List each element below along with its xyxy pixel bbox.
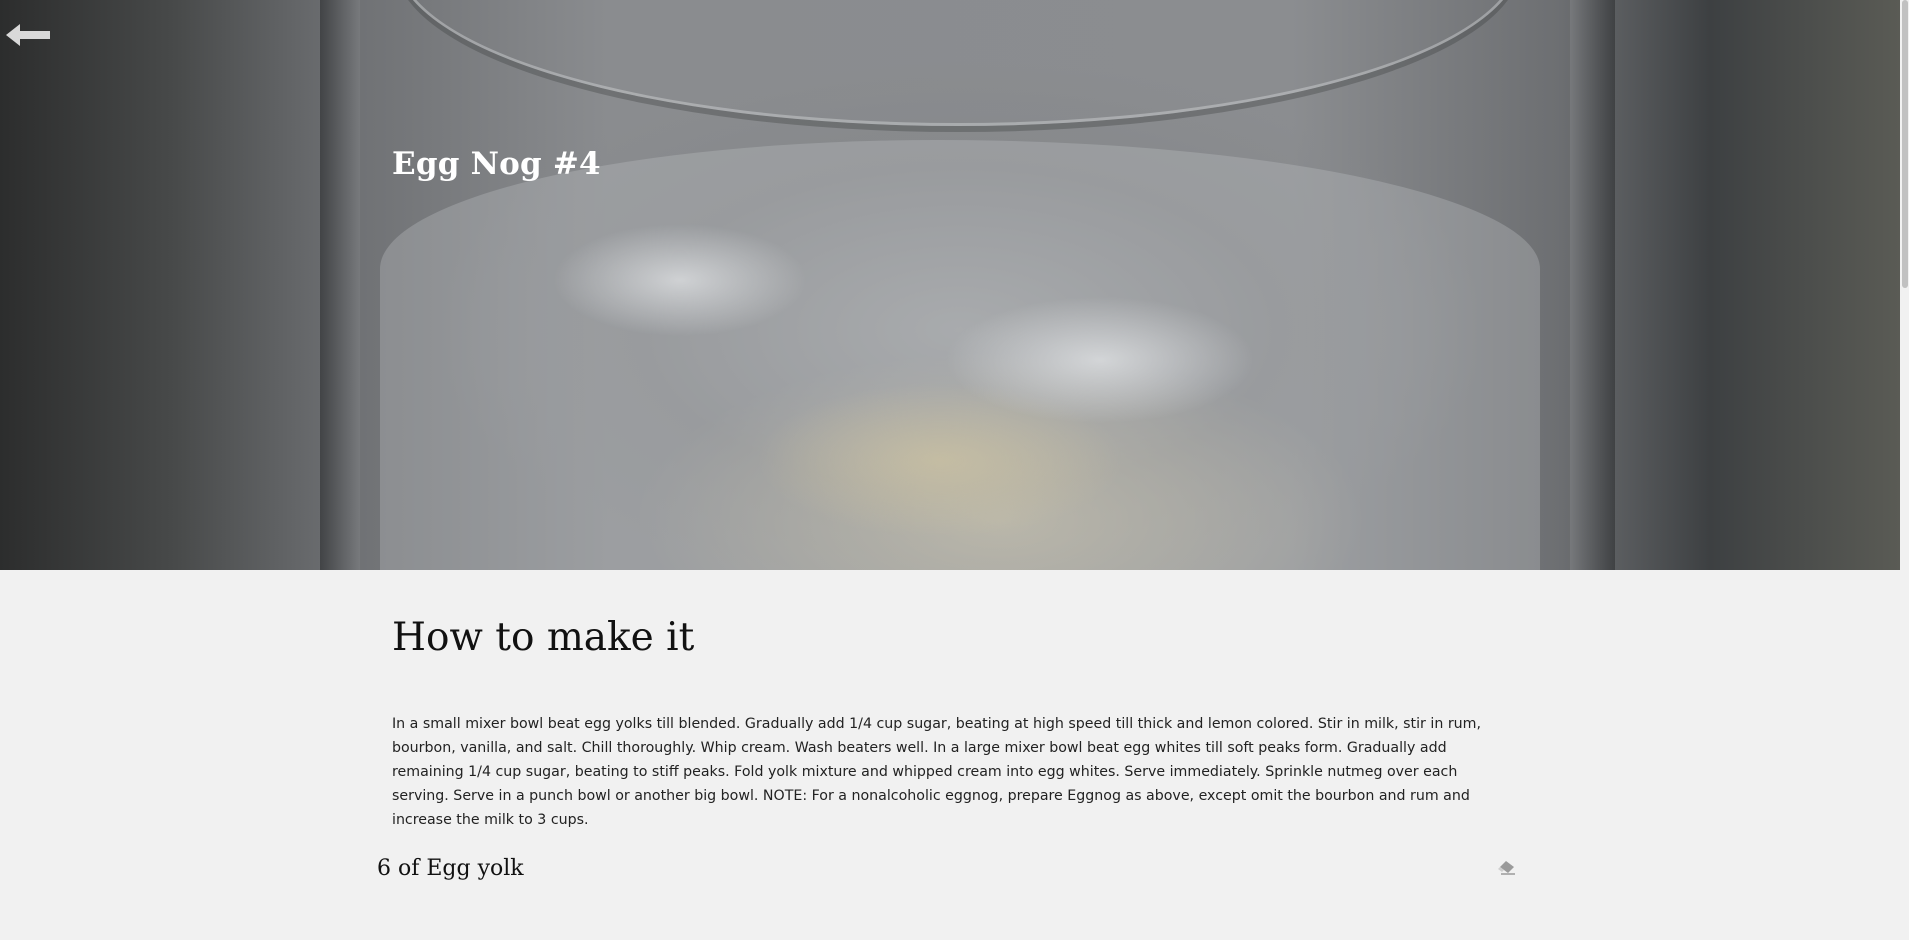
page-title: Egg Nog #4: [392, 146, 601, 182]
hero-image-jar-edge-left: [320, 0, 360, 570]
recipe-instructions: In a small mixer bowl beat egg yolks til…: [392, 716, 1482, 828]
arrow-left-icon: [6, 24, 50, 46]
ingredient-item: 6 of Egg yolk: [377, 852, 1519, 892]
ingredient-label: 6 of Egg yolk: [377, 856, 524, 881]
back-button[interactable]: [4, 20, 52, 50]
scrollbar-thumb[interactable]: [1902, 0, 1908, 288]
section-heading: How to make it: [392, 615, 695, 660]
hero-image-whipped-cream: [380, 140, 1540, 570]
hero-banner: [0, 0, 1900, 570]
hero-image-jar-rim: [395, 0, 1521, 126]
eraser-icon[interactable]: [1497, 860, 1517, 876]
hero-image-jar-edge-right: [1570, 0, 1615, 570]
